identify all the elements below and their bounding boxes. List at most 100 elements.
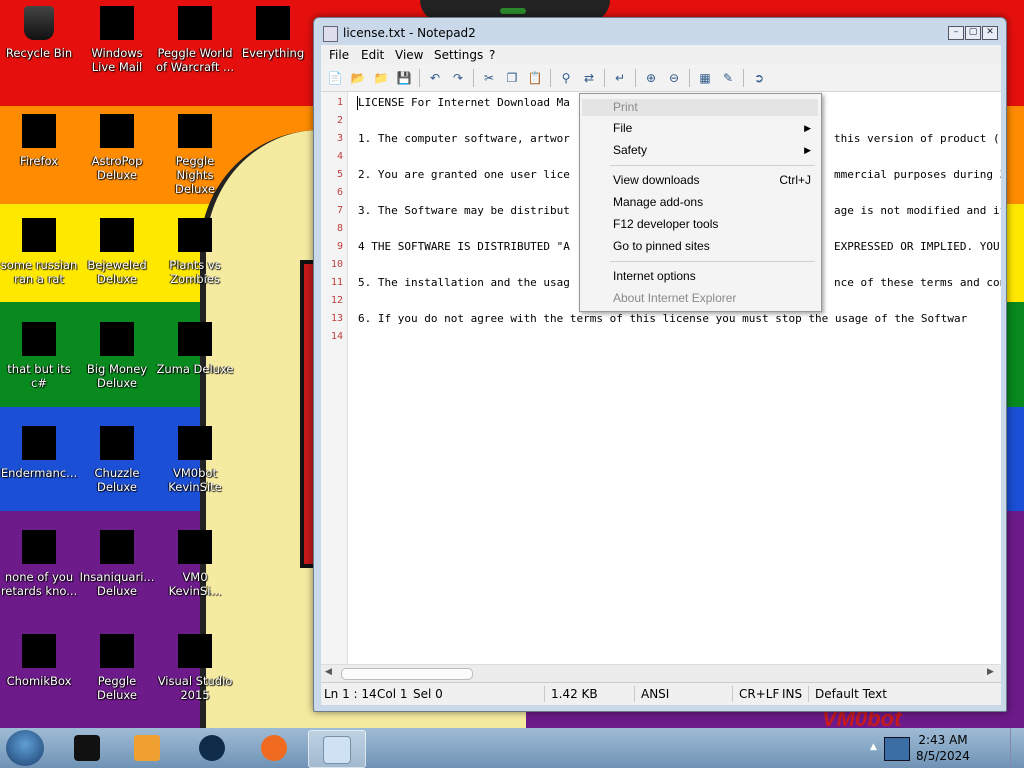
desktop-icon-recycle-bin[interactable]: Recycle Bin (0, 2, 78, 60)
app-icon (74, 735, 100, 761)
clock-time: 2:43 AM (918, 733, 968, 747)
menu-separator (610, 165, 815, 166)
title-bar[interactable]: license.txt - Notepad2 – ▢ ✕ (314, 18, 1006, 44)
taskbar-app-media[interactable] (120, 730, 176, 766)
game-icon (100, 322, 134, 356)
menu-help[interactable]: ? (489, 48, 495, 62)
toolbar-separator (689, 69, 690, 87)
save-icon[interactable]: 💾 (396, 70, 412, 86)
game-icon (100, 634, 134, 668)
desktop-icon-vm0-kevinsite[interactable]: VM0 KevinSi... (156, 526, 234, 598)
desktop-icon-chomikbox[interactable]: ChomikBox (0, 630, 78, 688)
desktop-icon-russian[interactable]: some russian ran a rat (0, 214, 78, 286)
new-file-icon[interactable]: 📄 (327, 70, 343, 86)
browse-icon[interactable]: 📁 (373, 70, 389, 86)
scroll-left-arrow-icon[interactable]: ◀ (325, 667, 332, 677)
menu-item-f12-developer-tools[interactable]: F12 developer tools (613, 217, 718, 231)
maximize-button[interactable]: ▢ (965, 26, 981, 40)
line-number: 4 (336, 151, 343, 162)
menu-item-about-ie[interactable]: About Internet Explorer (613, 291, 736, 305)
line-number: 13 (330, 313, 343, 324)
cut-icon[interactable]: ✂ (481, 70, 497, 86)
taskbar-app-terminal[interactable] (60, 730, 116, 766)
submenu-arrow-icon: ▶ (804, 123, 811, 133)
minimize-button[interactable]: – (948, 26, 964, 40)
desktop-icon-peggle-deluxe[interactable]: Peggle Deluxe (78, 630, 156, 702)
toolbar-separator (604, 69, 605, 87)
scroll-right-arrow-icon[interactable]: ▶ (987, 667, 994, 677)
menu-item-print[interactable]: Print (582, 99, 818, 116)
zoom-out-icon[interactable]: ⊖ (666, 70, 682, 86)
notepad-app-icon (323, 26, 338, 42)
menu-item-manage-add-ons[interactable]: Manage add-ons (613, 195, 703, 209)
icon-label: Windows Live Mail (91, 46, 143, 74)
status-separator (634, 686, 635, 702)
scheme-icon[interactable]: ▦ (697, 70, 713, 86)
desktop-icon-plants-vs-zombies[interactable]: Plants vs Zombies (156, 214, 234, 286)
desktop-icon-windows-live-mail[interactable]: Windows Live Mail (78, 2, 156, 74)
replace-icon[interactable]: ⇄ (581, 70, 597, 86)
notepad-icon (323, 736, 351, 764)
taskbar-app-firefox[interactable] (247, 730, 303, 766)
menu-file[interactable]: File (329, 48, 349, 62)
menu-item-internet-options[interactable]: Internet options (613, 269, 696, 283)
close-button[interactable]: ✕ (982, 26, 998, 40)
open-folder-icon[interactable]: 📂 (350, 70, 366, 86)
redo-icon[interactable]: ↷ (450, 70, 466, 86)
line-number: 3 (336, 133, 343, 144)
copy-icon[interactable]: ❐ (504, 70, 520, 86)
status-eol[interactable]: CR+LF (739, 687, 779, 701)
desktop-icon-everything[interactable]: Everything (234, 2, 312, 60)
desktop-icon-none-of-you[interactable]: none of you retards kno... (0, 526, 78, 598)
menu-item-safety[interactable]: Safety (613, 143, 647, 157)
icon-label: VM0bot KevinSite (168, 466, 222, 494)
undo-icon[interactable]: ↶ (427, 70, 443, 86)
desktop-icon-peggle-nights[interactable]: Peggle Nights Deluxe (156, 110, 234, 196)
taskbar-app-globe[interactable] (185, 730, 241, 766)
desktop-icon-vm0bot-kevinsite[interactable]: VM0bot KevinSite (156, 422, 234, 494)
toolbar-separator (743, 69, 744, 87)
toolbar-separator (550, 69, 551, 87)
find-icon[interactable]: ⚲ (558, 70, 574, 86)
menu-edit[interactable]: Edit (361, 48, 384, 62)
tray-expand-icon[interactable]: ▲ (870, 742, 877, 752)
firefox-icon (22, 114, 56, 148)
paste-icon[interactable]: 📋 (527, 70, 543, 86)
menu-view[interactable]: View (395, 48, 423, 62)
text-line: 4 THE SOFTWARE IS DISTRIBUTED "A (358, 240, 570, 253)
menu-item-view-downloads[interactable]: View downloads (613, 173, 700, 187)
text-line-right: age is not modified and if (834, 204, 1001, 217)
desktop-icon-astropop[interactable]: AstroPop Deluxe (78, 110, 156, 182)
desktop-icon-firefox[interactable]: Firefox (0, 110, 78, 168)
horizontal-scrollbar[interactable]: ◀ ▶ (321, 664, 1001, 682)
taskbar-app-notepad2[interactable] (308, 730, 366, 768)
desktop-icon-chuzzle[interactable]: Chuzzle Deluxe (78, 422, 156, 494)
word-wrap-icon[interactable]: ↵ (612, 70, 628, 86)
desktop-icon-insaniquarium[interactable]: Insaniquari... Deluxe (78, 526, 156, 598)
icon-label: Peggle World of Warcraft ... (156, 46, 234, 74)
status-scheme[interactable]: Default Text (815, 687, 887, 701)
show-desktop-button[interactable] (1010, 728, 1024, 768)
icon-label: Chuzzle Deluxe (94, 466, 140, 494)
zoom-in-icon[interactable]: ⊕ (643, 70, 659, 86)
desktop-icon-visual-studio[interactable]: Visual Studio 2015 (156, 630, 234, 702)
customize-icon[interactable]: ✎ (720, 70, 736, 86)
desktop-icon-bejeweled[interactable]: Bejeweled Deluxe (78, 214, 156, 286)
desktop-icon-endermanc[interactable]: Endermanc... (0, 422, 78, 480)
status-encoding[interactable]: ANSI (641, 687, 669, 701)
menu-item-file[interactable]: File (613, 121, 632, 135)
menu-item-pinned-sites[interactable]: Go to pinned sites (613, 239, 710, 253)
start-button[interactable] (6, 730, 44, 766)
clock-date: 8/5/2024 (916, 749, 970, 763)
exit-icon[interactable]: ➲ (751, 70, 767, 86)
status-mode: INS (782, 687, 803, 701)
menu-settings[interactable]: Settings (434, 48, 483, 62)
desktop-icon-csharp[interactable]: that but its c# (0, 318, 78, 390)
icon-label: that but its c# (7, 362, 71, 390)
desktop-icon-zuma[interactable]: Zuma Deluxe (156, 318, 234, 376)
desktop-icon-big-money[interactable]: Big Money Deluxe (78, 318, 156, 390)
scrollbar-thumb[interactable] (341, 668, 473, 680)
clock[interactable]: 2:43 AM 8/5/2024 (898, 732, 988, 764)
icon-label: Plants vs Zombies (169, 258, 221, 286)
desktop-icon-peggle-wow[interactable]: Peggle World of Warcraft ... (156, 2, 234, 74)
